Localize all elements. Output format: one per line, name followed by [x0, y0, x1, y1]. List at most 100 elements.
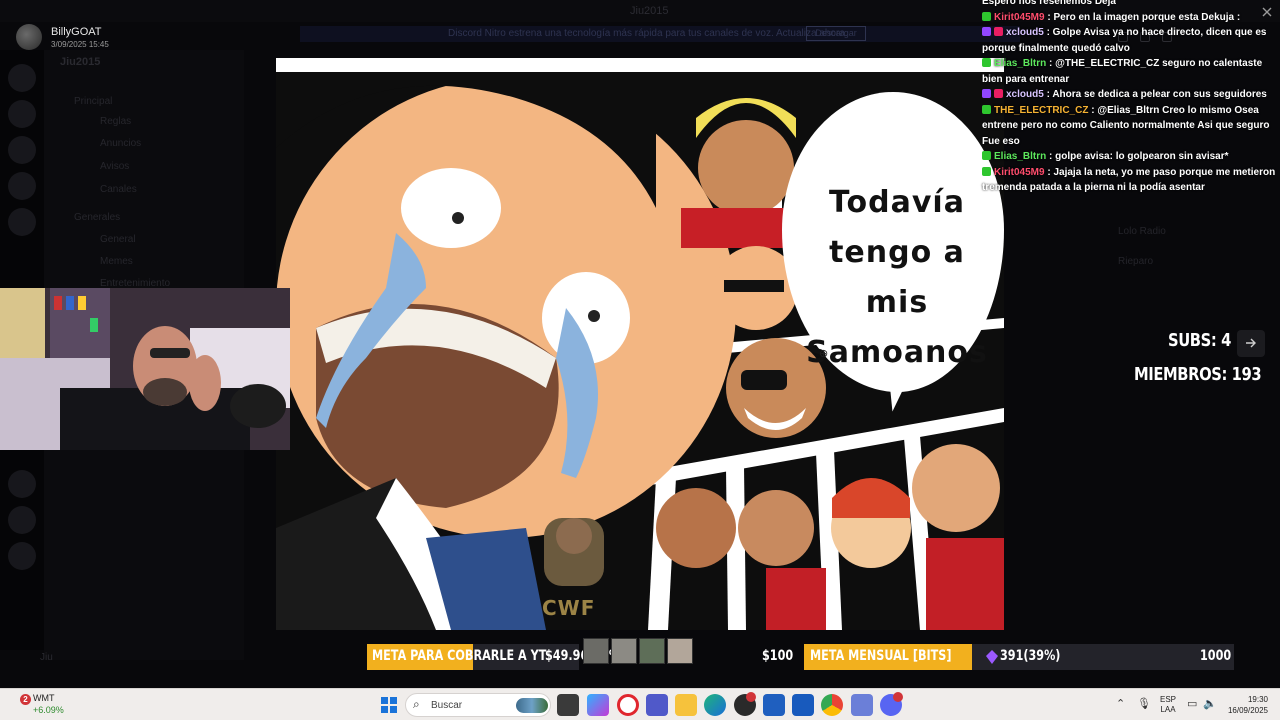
- chat-badge-icon: [982, 11, 991, 21]
- stream-date: 3/09/2025 15:45: [51, 40, 109, 49]
- chat-badge-icon: [982, 104, 991, 114]
- server-icon[interactable]: [8, 542, 36, 570]
- search-icon: ⌕: [413, 697, 420, 711]
- language-code: ESP: [1160, 695, 1177, 704]
- chat-badge-icon: [994, 27, 1003, 36]
- chat-text: : Pero en la imagen porque esta Dekuja :: [1047, 11, 1241, 23]
- chat-username[interactable]: Kirit045M9: [994, 167, 1045, 178]
- channel-item[interactable]: General: [100, 234, 136, 245]
- notice-banner-text: Discord Nitro estrena una tecnología más…: [448, 28, 848, 39]
- chat-badge-icon: [982, 166, 991, 176]
- chat-username[interactable]: THE_ELECTRIC_CZ: [994, 105, 1088, 116]
- volume-icon[interactable]: 🔈: [1203, 697, 1217, 710]
- server-icon[interactable]: [8, 208, 36, 236]
- teams-icon[interactable]: [646, 694, 668, 716]
- channel-item[interactable]: Memes: [100, 256, 133, 267]
- subs-counter: SUBS: 4: [1168, 330, 1231, 351]
- bits-goal-value: 391(39%): [1000, 648, 1061, 664]
- chat-badge-icon: [982, 58, 991, 67]
- network-icon[interactable]: ▭: [1187, 697, 1197, 710]
- copilot-icon[interactable]: [587, 694, 609, 716]
- speech-line: tengo a mis: [829, 235, 965, 320]
- chat-message: THE_ELECTRIC_CZ : @Elias_Bltrn Creo lo m…: [982, 103, 1278, 150]
- chat-username[interactable]: Elias_Bltrn: [994, 151, 1046, 162]
- stock-widget-change[interactable]: +6.09%: [33, 705, 64, 715]
- bits-gem-icon: [985, 650, 999, 664]
- chat-message: Kirit045M9 : Pero en la imagen porque es…: [982, 10, 1278, 26]
- guild-name[interactable]: Jiu2015: [60, 56, 100, 68]
- channel-category[interactable]: Principal: [74, 96, 112, 107]
- chat-message: Elias_Bltrn : golpe avisa: lo golpearon …: [982, 149, 1278, 165]
- chat-text: : Ahora se dedica a pelear con sus segui…: [1046, 89, 1267, 100]
- clock-time: 19:30: [1247, 695, 1268, 704]
- clock-date: 16/09/2025: [1227, 706, 1268, 715]
- keyboard-layout: LAA: [1160, 705, 1176, 714]
- chat-badge-icon: [982, 27, 991, 36]
- server-icon[interactable]: [8, 64, 36, 92]
- notification-badge: [746, 692, 756, 702]
- chevron-up-icon[interactable]: ⌃: [1116, 697, 1125, 710]
- stock-widget-name[interactable]: WMT: [33, 693, 55, 703]
- yt-goal-label: META PARA COBRARLE A YT: [372, 648, 547, 664]
- cwf-logo: CWF: [542, 596, 596, 620]
- chat-message: xcloud5 : Golpe Avisa ya no hace directo…: [982, 25, 1278, 56]
- server-icon[interactable]: [8, 136, 36, 164]
- word-icon[interactable]: [792, 694, 814, 716]
- chat-text: Espero nos reseñemos Deja: [982, 0, 1116, 7]
- server-icon[interactable]: [8, 172, 36, 200]
- chat-badge-icon: [982, 89, 991, 98]
- yt-goal-target: $100: [762, 648, 794, 664]
- language-indicator[interactable]: ESP LAA: [1160, 695, 1176, 715]
- chat-message: Espero nos reseñemos Deja: [982, 0, 1278, 10]
- chat-message: Elias_Bltrn : @THE_ELECTRIC_CZ seguro no…: [982, 56, 1278, 87]
- chat-overlay: Espero nos reseñemos Deja Kirit045M9 : Pe…: [982, 0, 1278, 196]
- opera-icon[interactable]: [617, 694, 639, 716]
- channel-item[interactable]: Anuncios: [100, 138, 141, 149]
- system-clock[interactable]: 19:30 16/09/2025: [1226, 694, 1268, 716]
- member-list-item[interactable]: Lolo Radio: [1118, 226, 1166, 237]
- search-highlight-image: [516, 698, 548, 713]
- streamer-avatar[interactable]: [16, 24, 42, 50]
- chat-username[interactable]: Kirit045M9: [994, 12, 1045, 23]
- notification-badge: [893, 692, 903, 702]
- chat-username[interactable]: xcloud5: [1006, 27, 1044, 38]
- channel-item[interactable]: Avisos: [100, 161, 129, 172]
- chat-message: Kirit045M9 : Jajaja la neta, yo me paso …: [982, 165, 1278, 196]
- member-list-item[interactable]: Rieparo: [1118, 256, 1153, 267]
- folder-icon[interactable]: [675, 694, 697, 716]
- webcam-image: [0, 288, 290, 450]
- thumbnail: [611, 638, 637, 664]
- chat-username[interactable]: xcloud5: [1006, 89, 1044, 100]
- thumbnail: [667, 638, 693, 664]
- channel-item[interactable]: Reglas: [100, 116, 131, 127]
- channel-item[interactable]: Canales: [100, 184, 137, 195]
- bits-goal-target: 1000: [1200, 648, 1232, 664]
- thumbnail-strip: [583, 638, 695, 664]
- server-icon[interactable]: [8, 506, 36, 534]
- notice-banner-button[interactable]: Descargar: [806, 26, 866, 41]
- webcam-feed: [0, 288, 290, 450]
- stack-icon[interactable]: [851, 694, 873, 716]
- window-title: Jiu2015: [630, 5, 669, 17]
- streamer-name: BillyGOAT: [51, 26, 102, 38]
- taskbar-search[interactable]: ⌕ Buscar: [405, 693, 551, 717]
- server-icon[interactable]: [8, 100, 36, 128]
- windows-start-icon[interactable]: [381, 697, 397, 713]
- chat-message: xcloud5 : Ahora se dedica a pelear con s…: [982, 87, 1278, 103]
- edge-icon[interactable]: [704, 694, 726, 716]
- arrow-right-icon[interactable]: [1237, 330, 1265, 357]
- comic-image: Todavía tengo a mis Samoanos ⊕ CWF: [276, 58, 1004, 630]
- chat-username[interactable]: Elias_Bltrn: [994, 58, 1046, 69]
- file-explorer-icon[interactable]: [557, 694, 579, 716]
- chat-badge-icon: [982, 151, 991, 160]
- server-icon[interactable]: [8, 470, 36, 498]
- search-placeholder: Buscar: [431, 700, 463, 711]
- chrome-icon[interactable]: [821, 694, 843, 716]
- microphone-icon[interactable]: 🎙: [1137, 697, 1151, 710]
- magnifier-icon: ⊕: [819, 348, 829, 360]
- stock-widget-badge[interactable]: 2: [20, 694, 31, 705]
- user-panel-name: Jiu: [40, 652, 53, 663]
- channel-category[interactable]: Generales: [74, 212, 120, 223]
- speech-line: Todavía: [829, 185, 965, 220]
- store-icon[interactable]: [763, 694, 785, 716]
